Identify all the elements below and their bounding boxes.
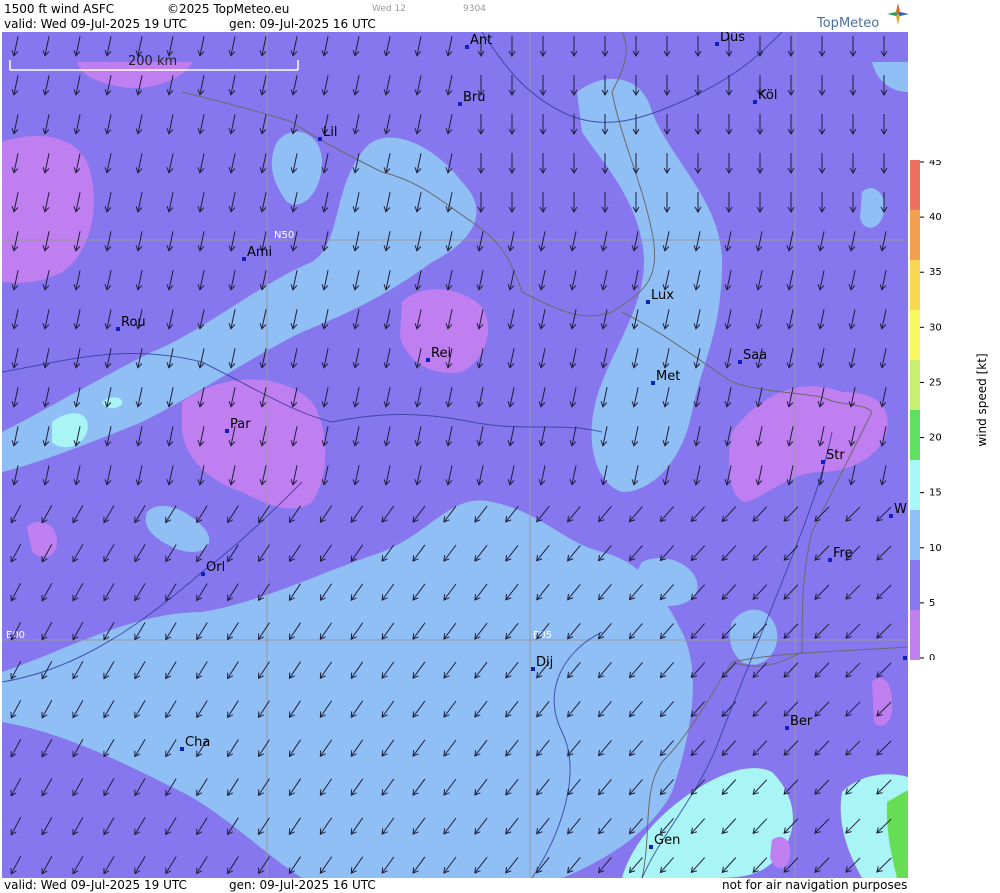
city-bru: Bru	[458, 90, 486, 106]
wind-map[interactable]: N50 E00 E05 200 km Ant DüsBru KölLilAmiRou…	[2, 32, 908, 878]
legend-swatch	[910, 210, 920, 260]
city-marker-icon	[180, 747, 184, 751]
city-label: Saa	[743, 348, 767, 363]
city-ant: Ant	[465, 33, 492, 49]
legend-swatch	[910, 360, 920, 410]
city-ber: Ber	[785, 714, 813, 730]
disclaimer: not for air navigation purposes	[722, 878, 908, 892]
city-label: Lil	[323, 125, 337, 140]
city-gen: Gen	[649, 833, 680, 849]
city-marker-icon	[646, 300, 650, 304]
city-label: Ami	[247, 245, 272, 260]
city-label: Dij	[536, 655, 553, 670]
legend-tick-label: 0	[929, 653, 935, 660]
legend-swatch	[910, 510, 920, 560]
city-marker-icon	[738, 360, 742, 364]
city-marker-icon	[651, 381, 655, 385]
city-marker-icon	[821, 460, 825, 464]
legend-tick-label: 5	[929, 598, 935, 609]
footer-generated-time: gen: 09-Jul-2025 16 UTC	[229, 878, 376, 892]
valid-time: valid: Wed 09-Jul-2025 19 UTC	[4, 17, 187, 31]
city-rou: Rou	[116, 315, 146, 331]
city-met: Met	[651, 369, 680, 385]
legend-tick-label: 45	[929, 160, 942, 168]
product-title: 1500 ft wind ASFC	[4, 2, 115, 16]
city-label: Orl	[206, 560, 225, 575]
city-düs: Düs	[715, 32, 745, 46]
legend-tick-label: 15	[929, 488, 942, 499]
compass-logo-icon	[887, 3, 909, 25]
city-marker-icon	[116, 327, 120, 331]
city-label: Par	[230, 417, 251, 432]
city-label: Lux	[651, 288, 674, 303]
legend-tick-label: 25	[929, 377, 942, 388]
copyright: ©2025 TopMeteo.eu	[167, 2, 290, 16]
city-cha: Cha	[180, 735, 210, 751]
city-label: Ber	[790, 714, 813, 729]
footer-valid-time: valid: Wed 09-Jul-2025 19 UTC	[4, 878, 187, 892]
city-label: Rei	[431, 346, 451, 361]
scale-label: 200 km	[128, 54, 177, 69]
city-marker-icon	[201, 572, 205, 576]
city-marker-icon	[458, 102, 462, 106]
city-marker-icon	[828, 558, 832, 562]
legend-title: wind speed [kt]	[975, 353, 989, 446]
city-label: Ant	[470, 33, 492, 48]
city-marker-icon	[426, 358, 430, 362]
legend-swatch	[910, 160, 920, 210]
legend-swatch	[910, 260, 920, 310]
city-label: Bru	[463, 90, 486, 105]
legend-swatch	[910, 410, 920, 460]
city-marker-icon	[715, 42, 719, 46]
legend-swatch	[910, 560, 920, 610]
city-marker-icon	[889, 514, 893, 518]
brand-name[interactable]: TopMeteo	[817, 16, 879, 31]
city-marker-icon	[753, 100, 757, 104]
legend-tick-label: 20	[929, 433, 942, 444]
city-label: Str	[826, 448, 845, 463]
city-marker-icon	[531, 667, 535, 671]
city-lux: Lux	[646, 288, 674, 304]
city-marker-icon	[649, 845, 653, 849]
city-marker-icon	[318, 137, 322, 141]
city-marker-icon	[785, 726, 789, 730]
city-label: Met	[656, 369, 680, 384]
city-label: Fre	[833, 546, 853, 561]
city-label: Köl	[758, 88, 777, 103]
city-marker-icon	[465, 45, 469, 49]
legend-swatch	[910, 310, 920, 360]
legend-tick-label: 10	[929, 543, 942, 554]
city-label: W	[894, 502, 907, 517]
header: 1500 ft wind ASFC ©2025 TopMeteo.eu Wed …	[0, 0, 1000, 32]
legend-tick-label: 35	[929, 267, 942, 278]
footer: valid: Wed 09-Jul-2025 19 UTC gen: 09-Ju…	[0, 878, 1000, 893]
legend-tick-label: 30	[929, 322, 942, 333]
run-label: Wed 12	[372, 4, 406, 14]
generated-time: gen: 09-Jul-2025 16 UTC	[229, 17, 376, 31]
city-label: Cha	[185, 735, 210, 750]
grid-label-n50: N50	[274, 230, 294, 241]
city-marker-icon	[242, 257, 246, 261]
city-ami: Ami	[242, 245, 272, 261]
legend-swatch	[910, 610, 920, 660]
run-id: 9304	[463, 4, 486, 14]
wind-speed-legend: 45 40 35 30 25 20 15 10 5 0 wind speed [kt]	[910, 160, 989, 660]
city-marker-icon	[225, 429, 229, 433]
city-marker-icon	[903, 656, 907, 660]
legend-tick-label: 40	[929, 212, 942, 223]
city-saa: Saa	[738, 348, 767, 364]
legend-swatch	[910, 460, 920, 510]
city-label: Rou	[121, 315, 146, 330]
city-label: Gen	[654, 833, 680, 848]
city-label: Düs	[720, 32, 745, 45]
